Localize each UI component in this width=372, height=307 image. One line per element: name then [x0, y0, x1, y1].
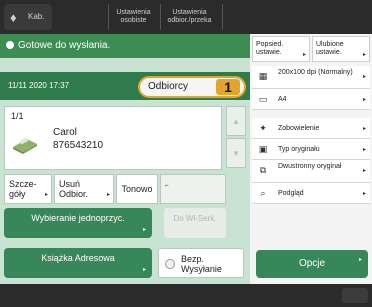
resolution-icon: ▦ — [258, 71, 268, 81]
arrow-icon: ▸ — [106, 192, 110, 198]
arrow-up-icon: ▲ — [232, 117, 240, 126]
status-icon — [6, 41, 14, 49]
single-dial-label: Wybieranie jednoprzyc. — [31, 213, 125, 223]
arrow-icon: ▸ — [302, 52, 306, 58]
arrow-icon: ▸ — [362, 74, 366, 80]
details-button[interactable]: Szcze-góły ▸ — [4, 174, 52, 204]
status-monitor-button[interactable] — [342, 288, 368, 303]
address-book-label: Książka Adresowa — [41, 253, 115, 263]
setting-density[interactable]: ✦ Zobowielenie ▸ — [252, 118, 370, 139]
remove-recipient-label: Usuń Odbior. — [59, 179, 89, 199]
recipient-list[interactable]: 1/1 Carol 876543210 — [4, 106, 222, 170]
recipients-label: Odbiorcy — [148, 81, 189, 92]
recipients-button[interactable]: Odbiorcy 1 — [138, 76, 246, 98]
personal-settings-button[interactable]: Ustawienia osobiste — [108, 4, 158, 30]
tab-favorite-settings[interactable]: Ulubione ustawie. ▸ — [312, 36, 370, 62]
top-bar: ♦ Kab. Ustawienia osobiste Ustawienia od… — [0, 0, 372, 34]
address-book-button[interactable]: Książka Adresowa ▸ — [4, 248, 152, 278]
fax-icon — [13, 137, 37, 154]
arrow-icon: ▸ — [44, 192, 48, 198]
arrow-icon: ▸ — [362, 97, 366, 103]
setting-resolution[interactable]: ▦ 200x100 dpi (Normalny) ▸ — [252, 66, 370, 89]
details-label: Szcze-góły — [9, 179, 37, 199]
destinations-button: Do Wł-Serk. — [164, 208, 226, 238]
settings-gap — [252, 110, 370, 118]
setting-label: 200x100 dpi (Normalny) — [278, 69, 353, 76]
setting-label: Typ oryginału — [278, 146, 320, 153]
direct-send-toggle[interactable]: Bezp. Wysyłanie — [158, 248, 244, 278]
home-icon: ♦ — [10, 10, 17, 25]
scroll-down-button[interactable]: ▼ — [226, 138, 246, 168]
bottom-bar — [0, 284, 372, 307]
datetime: 11/11 2020 17:37 — [8, 81, 70, 90]
arrow-icon: ▸ — [142, 267, 146, 273]
tab-previous-settings-label: Popsied. ustawie. — [256, 41, 284, 56]
arrow-icon: ▸ — [362, 52, 366, 58]
arrow-icon: ▸ — [362, 168, 366, 174]
home-button[interactable]: ♦ Kab. — [4, 4, 52, 30]
tab-favorite-settings-label: Ulubione ustawie. — [316, 41, 344, 56]
setting-duplex[interactable]: ⧉ Dwustronny oryginał ▸ — [252, 160, 370, 183]
setting-original-type[interactable]: ▣ Typ oryginału ▸ — [252, 139, 370, 160]
home-label: Kab. — [28, 12, 45, 21]
setting-label: Zobowielenie — [278, 125, 320, 132]
arrow-icon: ▸ — [362, 191, 366, 197]
scroll-up-button[interactable]: ▲ — [226, 106, 246, 136]
setting-label: Podgląd — [278, 190, 304, 197]
settings-list: ▦ 200x100 dpi (Normalny) ▸ ▭ A4 ▸ ✦ Zobo… — [252, 66, 370, 204]
shared-settings-button[interactable]: Ustawienia odbior./przeka — [160, 4, 218, 30]
options-label: Opcje — [298, 258, 326, 269]
remove-recipient-button[interactable]: Usuń Odbior. ▸ — [54, 174, 114, 204]
arrow-icon: ▸ — [142, 227, 146, 233]
disabled-button: ⌐ — [160, 174, 226, 204]
topbar-divider — [222, 4, 223, 30]
preview-icon: ⌕ — [260, 188, 266, 198]
direct-send-label: Bezp. Wysyłanie — [181, 254, 222, 274]
tone-button[interactable]: Tonowo — [116, 174, 158, 204]
main-panel: 11/11 2020 17:37 Odbiorcy 1 1/1 Carol 87… — [0, 58, 250, 284]
setting-preview[interactable]: ⌕ Podgląd ▸ — [252, 183, 370, 204]
density-icon: ✦ — [259, 123, 267, 133]
settings-panel: Popsied. ustawie. ▸ Ulubione ustawie. ▸ … — [250, 34, 372, 284]
arrow-icon: ⌐ — [165, 183, 169, 189]
options-button[interactable]: Opcje ▸ — [256, 250, 368, 278]
datetime-row: 11/11 2020 17:37 Odbiorcy 1 — [0, 72, 250, 100]
setting-label: Dwustronny oryginał — [278, 163, 342, 170]
entry-name: Carol — [53, 127, 77, 138]
radio-icon — [165, 259, 175, 269]
tab-previous-settings[interactable]: Popsied. ustawie. ▸ — [252, 36, 310, 62]
recipients-count: 1 — [216, 79, 240, 95]
original-type-icon: ▣ — [258, 144, 268, 154]
settings-tabs: Popsied. ustawie. ▸ Ulubione ustawie. ▸ — [250, 36, 372, 62]
list-counter: 1/1 — [11, 111, 24, 121]
single-dial-button[interactable]: Wybieranie jednoprzyc. ▸ — [4, 208, 152, 238]
setting-label: A4 — [278, 96, 287, 103]
arrow-icon: ▸ — [358, 257, 362, 263]
paper-icon: ▭ — [258, 94, 268, 104]
entry-number: 876543210 — [53, 140, 104, 151]
arrow-icon: ▸ — [362, 147, 366, 153]
status-bar: Gotowe do wysłania. — [0, 34, 250, 58]
setting-paper[interactable]: ▭ A4 ▸ — [252, 89, 370, 110]
duplex-icon: ⧉ — [259, 165, 267, 175]
status-text: Gotowe do wysłania. — [18, 40, 111, 51]
arrow-down-icon: ▼ — [232, 149, 240, 158]
arrow-icon: ▸ — [362, 126, 366, 132]
